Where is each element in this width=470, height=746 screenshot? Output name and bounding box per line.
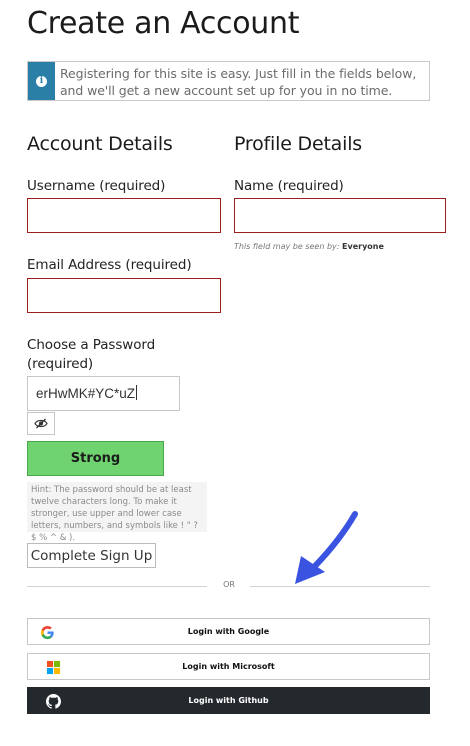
notice-text: Registering for this site is easy. Just …	[55, 62, 422, 100]
login-github-button[interactable]: Login with Github	[27, 687, 430, 714]
notice-text-line1: Registering for this site is easy. Just …	[60, 66, 417, 81]
profile-details-heading: Profile Details	[234, 133, 362, 155]
password-visibility-toggle[interactable]	[27, 412, 55, 435]
visibility-prefix: This field may be seen by:	[234, 242, 340, 251]
field-visibility-note: This field may be seen by: Everyone	[234, 242, 384, 251]
annotation-arrow	[295, 511, 358, 584]
name-label: Name (required)	[234, 178, 344, 194]
visibility-value[interactable]: Everyone	[342, 242, 384, 251]
password-value: erHwMK#YC*uZ	[36, 386, 136, 401]
email-input[interactable]	[27, 278, 221, 313]
notice-text-line2: and we'll get a new account set up for y…	[60, 83, 393, 98]
text-cursor	[136, 385, 138, 400]
divider-or: OR	[223, 580, 235, 589]
password-label-line1: Choose a Password	[27, 337, 156, 353]
account-details-heading: Account Details	[27, 133, 173, 155]
info-notice: i Registering for this site is easy. Jus…	[27, 61, 430, 101]
password-input[interactable]: erHwMK#YC*uZ	[27, 376, 180, 411]
username-label: Username (required)	[27, 178, 166, 194]
login-microsoft-label: Login with Microsoft	[182, 662, 275, 671]
microsoft-icon	[46, 660, 61, 675]
password-strength-meter: Strong	[27, 441, 164, 476]
page-title: Create an Account	[27, 6, 300, 41]
email-label: Email Address (required)	[27, 257, 192, 273]
info-icon: i	[36, 75, 47, 87]
login-google-button[interactable]: Login with Google	[27, 618, 430, 645]
notice-icon-box: i	[28, 62, 55, 100]
complete-signup-button[interactable]: Complete Sign Up	[27, 543, 156, 568]
name-input[interactable]	[234, 198, 446, 233]
login-github-label: Login with Github	[188, 696, 269, 705]
password-label: Choose a Password (required)	[27, 336, 155, 374]
username-input[interactable]	[27, 198, 221, 233]
password-hint: Hint: The password should be at least tw…	[27, 482, 207, 543]
password-label-line2: (required)	[27, 356, 94, 372]
google-icon	[40, 625, 54, 640]
eye-off-icon	[34, 418, 48, 429]
login-google-label: Login with Google	[187, 627, 270, 636]
divider-line-left	[27, 586, 207, 587]
login-microsoft-button[interactable]: Login with Microsoft	[27, 653, 430, 680]
github-icon	[46, 694, 61, 709]
